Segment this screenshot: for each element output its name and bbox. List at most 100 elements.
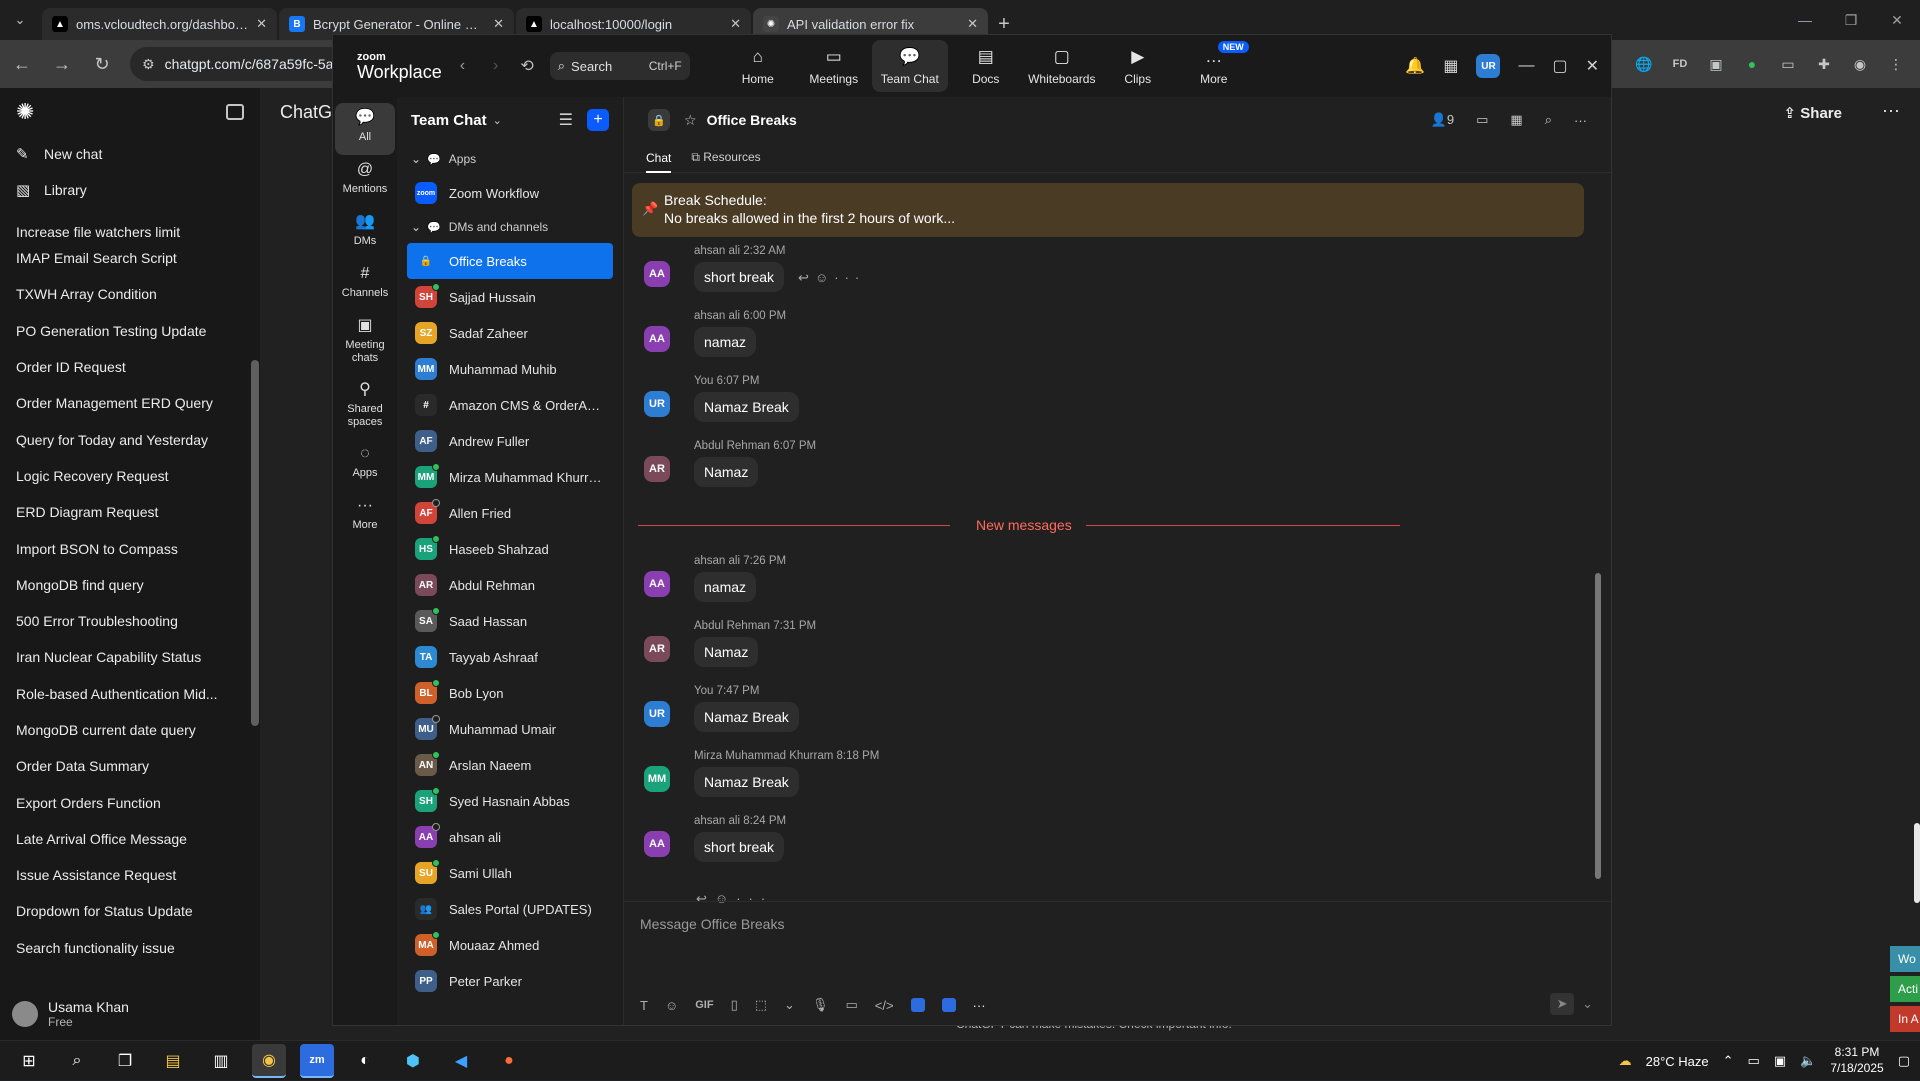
list-item[interactable]: SA Saad Hassan xyxy=(407,603,613,639)
close-tab-icon[interactable]: ✕ xyxy=(967,16,978,32)
page-scrollbar[interactable] xyxy=(1914,823,1920,903)
reply-icon[interactable]: ↩ xyxy=(798,270,815,285)
app-integration-icon[interactable] xyxy=(941,998,956,1012)
sidebar-toggle-icon[interactable] xyxy=(226,104,244,120)
chat-message[interactable]: UR You 7:47 PM Namaz Break xyxy=(624,683,1592,748)
list-item[interactable]: # Amazon CMS & OrderAuto... xyxy=(407,387,613,423)
site-info-icon[interactable]: ⚙ xyxy=(142,56,155,73)
avatar[interactable]: AA xyxy=(644,831,670,857)
rail-item-apps[interactable]: ◌ Apps xyxy=(335,439,395,491)
tab-chat[interactable]: Chat xyxy=(646,151,672,173)
volume-icon[interactable]: 🔈 xyxy=(1800,1053,1816,1069)
chrome-icon[interactable]: ◉ xyxy=(252,1044,286,1078)
message-sender[interactable]: You xyxy=(694,685,713,697)
filter-icon[interactable]: ☰ xyxy=(559,110,573,130)
clock[interactable]: 8:31 PM 7/18/2025 xyxy=(1830,1045,1883,1076)
chevron-up-icon[interactable]: ⌃ xyxy=(1723,1053,1734,1069)
sidebar-scrollbar[interactable] xyxy=(250,88,260,1040)
browser-menu-icon[interactable]: ⋮ xyxy=(1882,46,1910,82)
avatar[interactable]: UR xyxy=(1476,54,1501,78)
chat-history-item[interactable]: Export Orders Function xyxy=(0,784,248,820)
tab-clips[interactable]: ▶ Clips xyxy=(1100,35,1176,97)
chevron-down-icon[interactable]: ⌄ xyxy=(784,997,795,1013)
close-tab-icon[interactable]: ✕ xyxy=(256,16,267,32)
rail-item-channels[interactable]: # Channels xyxy=(335,259,395,311)
new-chat-button[interactable]: ✎ New chat xyxy=(0,136,260,172)
avatar[interactable]: AA xyxy=(644,326,670,352)
chat-history-item[interactable]: Order ID Request xyxy=(0,349,248,385)
tab-search-chevron-icon[interactable]: ⌄ xyxy=(0,0,40,40)
list-item[interactable]: PP Peter Parker xyxy=(407,963,613,999)
openai-logo-icon[interactable]: ✺ xyxy=(16,99,34,125)
calendar-icon[interactable]: ▦ xyxy=(1510,112,1522,128)
share-button[interactable]: ⇪ Share xyxy=(1784,104,1842,122)
side-panel-tab[interactable]: Wo xyxy=(1890,946,1920,972)
message-sender[interactable]: Abdul Rehman xyxy=(694,620,770,632)
video-icon[interactable]: ▭ xyxy=(1476,112,1488,128)
forward-icon[interactable]: → xyxy=(44,46,80,82)
chat-history-item[interactable]: TXWH Array Condition xyxy=(0,276,248,312)
tab-resources[interactable]: ⧉ Resources xyxy=(691,150,760,165)
emoji-icon[interactable]: ☺ xyxy=(665,998,678,1013)
message-sender[interactable]: Mirza Muhammad Khurram xyxy=(694,750,833,762)
battery-icon[interactable]: ▭ xyxy=(1748,1053,1760,1069)
tab-whiteboards[interactable]: ▢ Whiteboards xyxy=(1024,35,1100,97)
postman-icon[interactable]: ● xyxy=(492,1044,526,1078)
chat-scrollbar[interactable] xyxy=(1595,241,1601,997)
avatar[interactable]: UR xyxy=(644,391,670,417)
message-sender[interactable]: ahsan ali xyxy=(694,815,740,827)
chat-history-item[interactable]: Order Management ERD Query xyxy=(0,385,248,421)
video-message-icon[interactable]: ▭ xyxy=(845,997,857,1013)
rail-item-more[interactable]: ··· More xyxy=(335,491,395,543)
zoom-taskbar-icon[interactable]: zm xyxy=(300,1044,334,1078)
section-dms-channels[interactable]: ⌄ 💬 DMs and channels xyxy=(397,211,623,243)
app-icon[interactable]: ⬢ xyxy=(396,1044,430,1078)
notification-icon[interactable]: ▢ xyxy=(1898,1053,1910,1069)
reload-icon[interactable]: ↻ xyxy=(84,46,120,82)
chat-history-item[interactable]: Order Data Summary xyxy=(0,748,248,784)
weather-text[interactable]: 28°C Haze xyxy=(1646,1054,1709,1069)
search-icon[interactable]: ⌕ xyxy=(1545,112,1552,128)
avatar[interactable]: AR xyxy=(644,636,670,662)
message-sender[interactable]: ahsan ali xyxy=(694,245,740,257)
list-item[interactable]: SZ Sadaf Zaheer xyxy=(407,315,613,351)
list-item[interactable]: TA Tayyab Ashraaf xyxy=(407,639,613,675)
side-panel-tab[interactable]: In A xyxy=(1890,1006,1920,1032)
add-button[interactable]: + xyxy=(587,109,609,131)
app-integration-icon[interactable] xyxy=(910,998,925,1012)
list-item[interactable]: AA ahsan ali xyxy=(407,819,613,855)
list-item[interactable]: MM Mirza Muhammad Khurram xyxy=(407,459,613,495)
list-item[interactable]: SH Sajjad Hussain xyxy=(407,279,613,315)
chat-history-item[interactable]: MongoDB find query xyxy=(0,567,248,603)
more-options-icon[interactable]: ··· xyxy=(973,998,986,1013)
list-item[interactable]: HS Haseeb Shahzad xyxy=(407,531,613,567)
calendar-icon[interactable]: ▦ xyxy=(1443,56,1458,76)
tab-more[interactable]: … More NEW xyxy=(1176,35,1252,97)
vscode-icon[interactable]: ◀ xyxy=(444,1044,478,1078)
chat-history-item[interactable]: ERD Diagram Request xyxy=(0,494,248,530)
gif-button[interactable]: GIF xyxy=(695,999,713,1011)
history-icon[interactable]: ⟲ xyxy=(520,56,533,76)
more-options-icon[interactable]: ··· xyxy=(1882,100,1900,121)
tab-home[interactable]: ⌂ Home xyxy=(720,35,796,97)
close-window-icon[interactable]: ✕ xyxy=(1586,56,1599,76)
message-sender[interactable]: You xyxy=(694,375,713,387)
search-icon[interactable]: ⌕ xyxy=(60,1044,94,1078)
chat-history-item[interactable]: PO Generation Testing Update xyxy=(0,313,248,349)
microphone-icon[interactable]: 🎙 xyxy=(812,997,829,1013)
format-text-icon[interactable]: T xyxy=(640,998,648,1013)
rail-item-meeting-chats[interactable]: ▣ Meeting chats xyxy=(335,311,395,375)
list-item[interactable]: MA Mouaaz Ahmed xyxy=(407,927,613,963)
fd-extension-icon[interactable]: FD xyxy=(1666,46,1694,82)
members-button[interactable]: 👤9 xyxy=(1431,112,1454,128)
chat-history-item[interactable]: Issue Assistance Request xyxy=(0,857,248,893)
list-item[interactable]: 👥 Sales Portal (UPDATES) xyxy=(407,891,613,927)
globe-icon[interactable]: 🌐 xyxy=(1630,46,1658,82)
network-icon[interactable]: ▣ xyxy=(1774,1053,1786,1069)
pinned-message[interactable]: 📌 Break Schedule: No breaks allowed in t… xyxy=(632,183,1584,237)
file-icon[interactable]: ▯ xyxy=(731,997,738,1013)
chat-history-item[interactable]: Increase file watchers limit xyxy=(0,226,248,240)
more-options-icon[interactable]: ··· xyxy=(1574,113,1587,128)
chat-message[interactable]: MM Mirza Muhammad Khurram 8:18 PM Namaz … xyxy=(624,748,1592,813)
rail-item-all[interactable]: 💬 All xyxy=(335,103,395,155)
